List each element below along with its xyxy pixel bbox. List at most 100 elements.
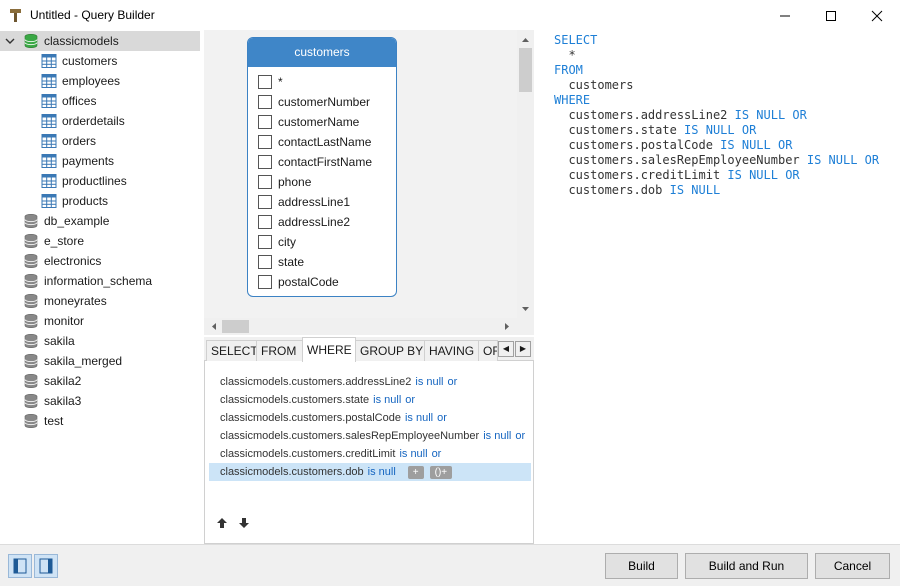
table-box-customers[interactable]: customers * customerNumber customerName con… (247, 37, 397, 297)
diagram-vertical-scrollbar[interactable] (517, 30, 534, 320)
tree-table-item[interactable]: products (0, 191, 200, 211)
condition-expression[interactable]: classicmodels.customers.dob (220, 466, 364, 478)
condition-operator[interactable]: is null (415, 376, 443, 388)
tree-table-item[interactable]: productlines (0, 171, 200, 191)
condition-conjunction[interactable]: or (437, 412, 447, 424)
condition-conjunction[interactable]: or (448, 376, 458, 388)
tree-db-item[interactable]: moneyrates (0, 291, 200, 311)
field-checkbox[interactable] (258, 195, 272, 209)
tree-db-classicmodels[interactable]: classicmodels (0, 31, 200, 51)
condition-expression[interactable]: classicmodels.customers.state (220, 394, 369, 406)
database-icon (23, 333, 39, 349)
field-row[interactable]: postalCode (248, 272, 396, 292)
condition-expression[interactable]: classicmodels.customers.salesRepEmployee… (220, 430, 479, 442)
condition-expression[interactable]: classicmodels.customers.creditLimit (220, 448, 395, 460)
tree-table-item[interactable]: orderdetails (0, 111, 200, 131)
field-row[interactable]: customerName (248, 112, 396, 132)
field-row[interactable]: contactLastName (248, 132, 396, 152)
field-row[interactable]: contactFirstName (248, 152, 396, 172)
minimize-button[interactable] (762, 0, 808, 30)
tree-db-item[interactable]: e_store (0, 231, 200, 251)
tree-db-item[interactable]: test (0, 411, 200, 431)
move-up-arrow-icon[interactable] (215, 516, 229, 530)
condition-conjunction[interactable]: or (432, 448, 442, 460)
maximize-button[interactable] (808, 0, 854, 30)
where-condition-row[interactable]: classicmodels.customers.salesRepEmployee… (209, 427, 531, 445)
field-checkbox[interactable] (258, 75, 272, 89)
field-row[interactable]: addressLine2 (248, 212, 396, 232)
where-condition-row[interactable]: classicmodels.customers.dob is null + ()+ (209, 463, 531, 481)
condition-operator[interactable]: is null (368, 466, 396, 478)
field-row[interactable]: addressLine1 (248, 192, 396, 212)
tree-item-label: electronics (44, 254, 102, 268)
condition-conjunction[interactable]: or (515, 430, 525, 442)
where-condition-row[interactable]: classicmodels.customers.postalCode is nul… (209, 409, 531, 427)
tab-group-by[interactable]: GROUP BY (355, 340, 425, 361)
tree-db-item[interactable]: information_schema (0, 271, 200, 291)
tree-db-item[interactable]: electronics (0, 251, 200, 271)
field-label: * (278, 75, 283, 89)
tab-scroll-left-button[interactable]: ◀ (498, 341, 514, 357)
tree-db-item[interactable]: sakila_merged (0, 351, 200, 371)
tree-table-item[interactable]: offices (0, 91, 200, 111)
condition-operator[interactable]: is null (373, 394, 401, 406)
field-checkbox[interactable] (258, 255, 272, 269)
where-condition-row[interactable]: classicmodels.customers.addressLine2 is n… (209, 373, 531, 391)
field-row[interactable]: phone (248, 172, 396, 192)
tab-having[interactable]: HAVING (424, 340, 479, 361)
field-checkbox[interactable] (258, 275, 272, 289)
tab-from[interactable]: FROM (256, 340, 303, 361)
sql-line: customers.state IS NULL OR (554, 123, 756, 137)
condition-expression[interactable]: classicmodels.customers.postalCode (220, 412, 401, 424)
layout-right-panel-icon[interactable] (34, 554, 58, 578)
field-checkbox[interactable] (258, 115, 272, 129)
field-checkbox[interactable] (258, 135, 272, 149)
move-down-arrow-icon[interactable] (237, 516, 251, 530)
tree-item-label: sakila2 (44, 374, 82, 388)
tree-db-item[interactable]: sakila (0, 331, 200, 351)
condition-operator[interactable]: is null (399, 448, 427, 460)
build-button[interactable]: Build (605, 553, 678, 579)
field-checkbox[interactable] (258, 155, 272, 169)
tree-table-item[interactable]: orders (0, 131, 200, 151)
sql-preview[interactable]: SELECT * FROM customers WHERE customers.ad… (538, 30, 900, 544)
layout-left-panel-icon[interactable] (8, 554, 32, 578)
add-condition-button[interactable]: + (407, 465, 424, 479)
add-group-button[interactable]: ()+ (429, 465, 453, 479)
build-and-run-button[interactable]: Build and Run (685, 553, 808, 579)
field-row[interactable]: * (248, 72, 396, 92)
tree-table-item[interactable]: customers (0, 51, 200, 71)
field-row[interactable]: city (248, 232, 396, 252)
tree-table-item[interactable]: employees (0, 71, 200, 91)
close-button[interactable] (854, 0, 900, 30)
where-condition-row[interactable]: classicmodels.customers.state is null or (209, 391, 531, 409)
field-checkbox[interactable] (258, 175, 272, 189)
tree-db-item[interactable]: sakila3 (0, 391, 200, 411)
condition-operator[interactable]: is null (405, 412, 433, 424)
field-row[interactable]: state (248, 252, 396, 272)
tab-scroll-right-button[interactable]: ▶ (515, 341, 531, 357)
diagram-horizontal-scrollbar[interactable] (204, 318, 517, 335)
tree-db-item[interactable]: sakila2 (0, 371, 200, 391)
field-checkbox[interactable] (258, 235, 272, 249)
field-checkbox[interactable] (258, 215, 272, 229)
tree-table-item[interactable]: payments (0, 151, 200, 171)
table-box-title[interactable]: customers (248, 38, 396, 67)
tree-db-item[interactable]: db_example (0, 211, 200, 231)
diagram-canvas[interactable]: customers * customerNumber customerName con… (204, 30, 517, 320)
tab-where[interactable]: WHERE (302, 337, 356, 362)
where-condition-row[interactable]: classicmodels.customers.creditLimit is nu… (209, 445, 531, 463)
tab-order-by[interactable]: ORDER BY (478, 340, 498, 361)
database-icon (23, 373, 39, 389)
tree-db-item[interactable]: monitor (0, 311, 200, 331)
chevron-down-icon[interactable] (4, 35, 16, 47)
table-icon (41, 173, 57, 189)
field-checkbox[interactable] (258, 95, 272, 109)
condition-conjunction[interactable]: or (405, 394, 415, 406)
condition-expression[interactable]: classicmodels.customers.addressLine2 (220, 376, 411, 388)
cancel-button[interactable]: Cancel (815, 553, 890, 579)
tab-select[interactable]: SELECT (206, 340, 257, 361)
sql-line: customers.addressLine2 IS NULL OR (554, 108, 806, 122)
field-row[interactable]: customerNumber (248, 92, 396, 112)
condition-operator[interactable]: is null (483, 430, 511, 442)
